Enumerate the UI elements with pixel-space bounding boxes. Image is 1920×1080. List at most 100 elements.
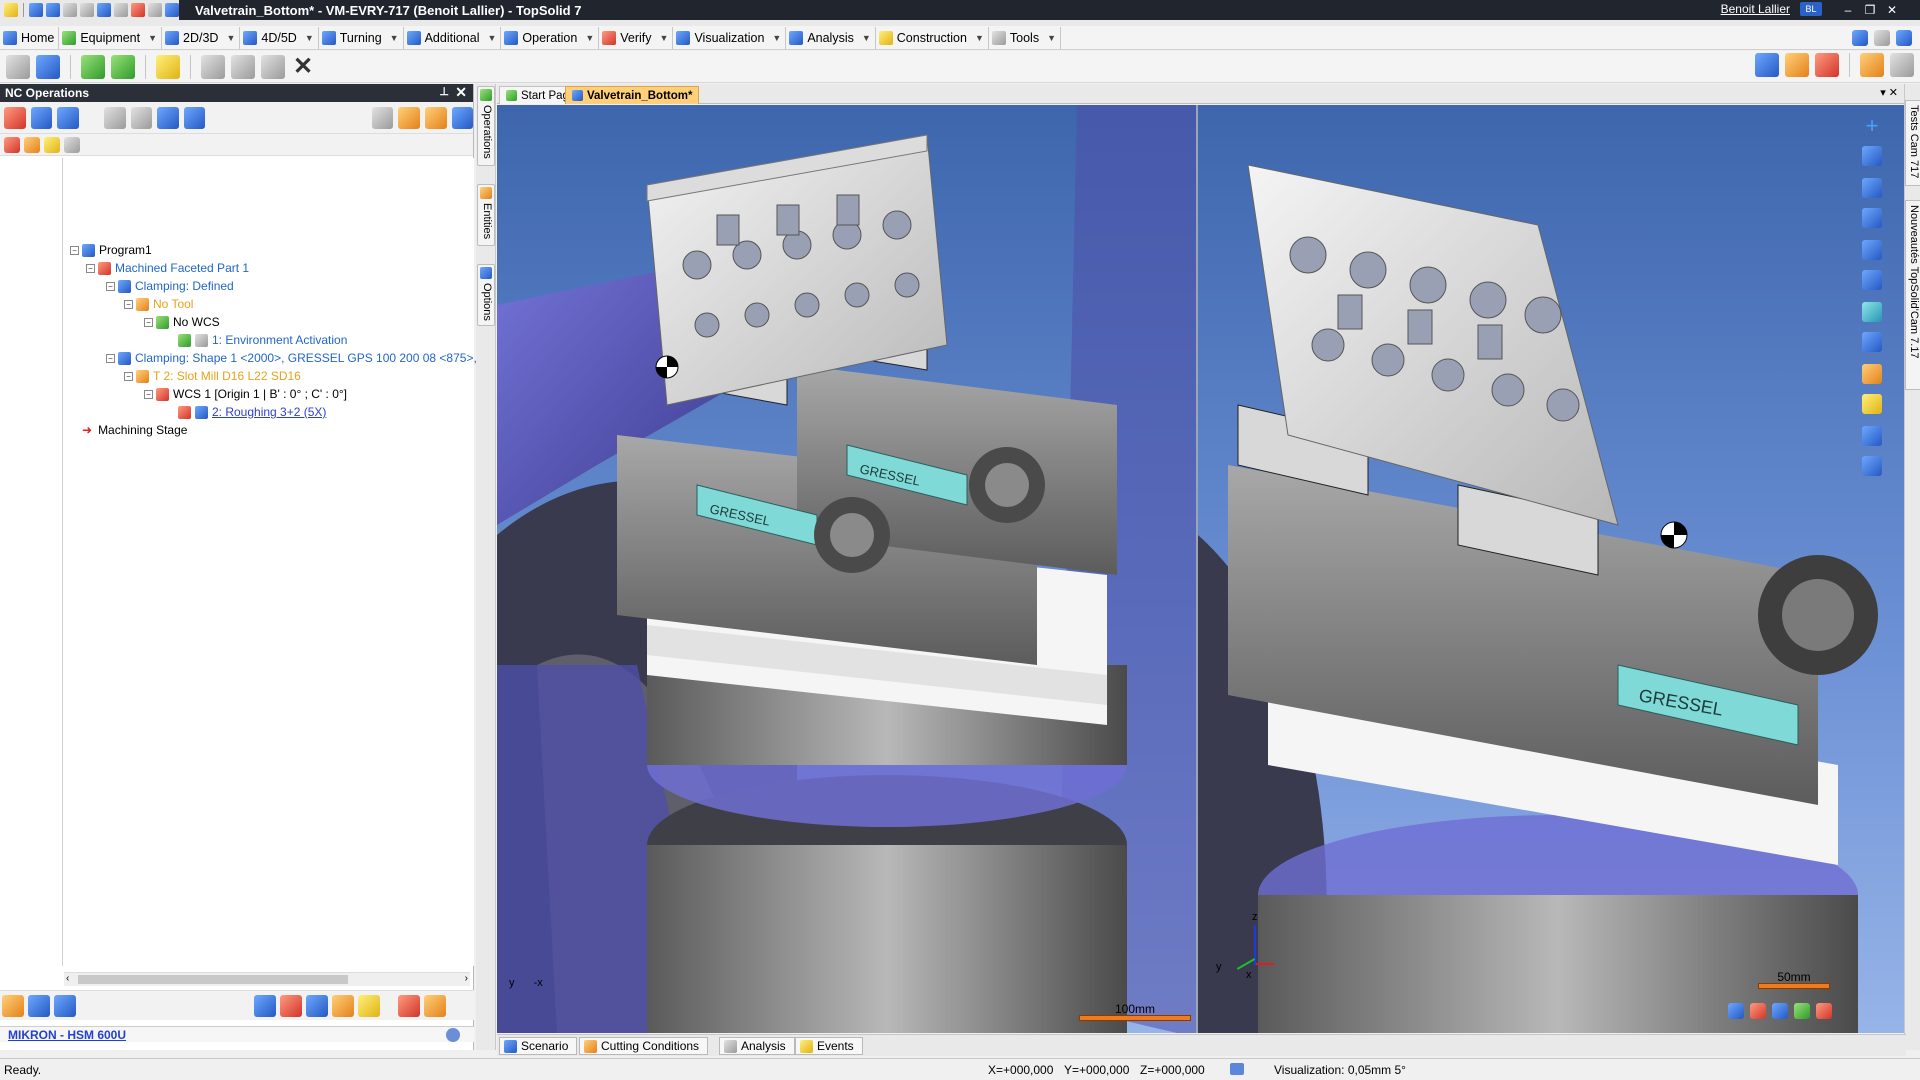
binoculars-icon[interactable] [183, 106, 206, 129]
chevron-down-icon[interactable]: ▼ [862, 33, 871, 43]
menu-verify[interactable]: Verify ▼ [599, 26, 674, 49]
tree-node-tool[interactable]: − No Tool [124, 296, 193, 312]
palette-icon[interactable] [1862, 364, 1882, 384]
machine-link[interactable]: MIKRON - HSM 600U [8, 1028, 126, 1042]
chevron-down-icon[interactable]: ▼ [1047, 33, 1056, 43]
machining-icon[interactable] [398, 994, 420, 1017]
menu-operation[interactable]: Operation ▼ [501, 26, 600, 49]
filter-icon[interactable] [425, 106, 447, 129]
refresh-icon[interactable] [148, 3, 162, 17]
tree-node-clamping[interactable]: − Clamping: Shape 1 <2000>, GRESSEL GPS 1… [106, 350, 477, 366]
scroll-left-icon[interactable]: ‹ [66, 973, 69, 984]
link-icon[interactable] [1862, 208, 1882, 228]
viewport-right[interactable]: GRESSEL z y x 50mm [1198, 105, 1906, 1033]
zoom-icon[interactable] [1862, 302, 1882, 322]
tab-nouveautes[interactable]: Nouveautés TopSolid'Cam 7.17 [1905, 200, 1920, 390]
new-operation-icon[interactable] [81, 54, 105, 79]
update-icon[interactable] [156, 54, 180, 79]
chevron-down-icon[interactable]: ▼ [585, 33, 594, 43]
verify-icon[interactable] [358, 994, 380, 1017]
tree-node-wcs[interactable]: − No WCS [144, 314, 220, 330]
axis-icon[interactable] [1862, 146, 1882, 166]
tree-node-clamping[interactable]: − Clamping: Defined [106, 278, 234, 294]
shading-icon[interactable] [1785, 53, 1809, 77]
expand-icon[interactable] [4, 136, 20, 153]
collapse-icon[interactable]: − [106, 281, 115, 291]
tree-node-part[interactable]: − Machined Faceted Part 1 [86, 260, 249, 276]
tab-operations[interactable]: Operations [477, 86, 495, 166]
view-measure-icon[interactable] [1816, 1003, 1832, 1019]
tab-tests-cam[interactable]: Tests Cam 717 [1905, 100, 1920, 186]
viewport-left[interactable]: GRESSEL GRESSEL y -x 100mm [497, 105, 1196, 1033]
machine-info-icon[interactable] [446, 1028, 460, 1042]
tab-cutting-conditions[interactable]: Cutting Conditions [579, 1037, 709, 1055]
tree-node-tool[interactable]: − T 2: Slot Mill D16 L22 SD16 [124, 368, 301, 384]
tree-node-wcs[interactable]: − WCS 1 [Origin 1 | B' : 0° ; C' : 0°] [144, 386, 347, 402]
sort-icon[interactable] [398, 106, 420, 129]
restore-button[interactable]: ❐ [1862, 2, 1878, 18]
view-top-icon[interactable] [1750, 1003, 1766, 1019]
redo-icon[interactable] [114, 3, 128, 17]
document-tabs-controls[interactable]: ▾ ✕ [1880, 86, 1898, 99]
cut-icon[interactable] [201, 54, 225, 79]
help-search-icon[interactable] [1852, 30, 1868, 46]
collapse-icon[interactable]: − [70, 245, 79, 255]
display-icon[interactable] [1860, 53, 1884, 77]
clipping-icon[interactable] [1862, 426, 1882, 446]
list-icon[interactable] [64, 136, 80, 153]
paste-icon[interactable] [261, 54, 285, 79]
chevron-down-icon[interactable]: ▼ [488, 33, 497, 43]
material-icon[interactable] [280, 994, 302, 1017]
view-section-icon[interactable] [1794, 1003, 1810, 1019]
collapse-icon[interactable] [24, 136, 40, 153]
search-icon[interactable] [1874, 30, 1890, 46]
copy-icon[interactable] [80, 3, 94, 17]
machine-icon[interactable] [4, 106, 26, 129]
collapse-icon[interactable]: − [86, 263, 95, 273]
app-menu-icon[interactable] [4, 3, 18, 17]
chevron-down-icon[interactable]: ▼ [975, 33, 984, 43]
tree-node-stage[interactable]: ➜ Machining Stage [82, 422, 187, 438]
tab-entities[interactable]: Entities [477, 184, 495, 246]
help-icon[interactable] [1896, 30, 1912, 46]
tool-icon[interactable] [157, 106, 179, 129]
tab-analysis[interactable]: Analysis [719, 1037, 795, 1055]
scroll-thumb[interactable] [78, 975, 348, 984]
view-layout-icon[interactable] [1755, 53, 1779, 77]
tool-icon[interactable] [332, 994, 354, 1017]
menu-construction[interactable]: Construction ▼ [876, 26, 989, 49]
stock-icon[interactable] [57, 106, 79, 129]
horizontal-scrollbar[interactable]: ‹ › [64, 972, 470, 986]
minimize-button[interactable]: – [1840, 2, 1856, 18]
collapse-icon[interactable]: − [144, 389, 153, 399]
chevron-down-icon[interactable]: ▼ [148, 33, 157, 43]
scroll-right-icon[interactable]: › [465, 973, 468, 984]
sequence-icon[interactable] [28, 994, 50, 1017]
menu-equipment[interactable]: Equipment ▼ [59, 26, 163, 49]
visualization-status[interactable]: Visualization: 0,05mm 5° [1274, 1063, 1406, 1077]
pin-icon[interactable]: ⊥ [439, 85, 449, 98]
split-view-icon[interactable] [1862, 240, 1882, 260]
menu-visualization[interactable]: Visualization ▼ [673, 26, 787, 49]
menu-tools[interactable]: Tools ▼ [989, 26, 1061, 49]
color-icon[interactable] [1815, 53, 1839, 77]
chevron-down-icon[interactable]: ▼ [772, 33, 781, 43]
columns-icon[interactable] [451, 106, 474, 129]
tree-node-operation[interactable]: 1: Environment Activation [178, 332, 347, 348]
refresh-icon[interactable] [371, 106, 394, 129]
chevron-down-icon[interactable]: ▼ [660, 33, 669, 43]
chevron-down-icon[interactable]: ▼ [390, 33, 399, 43]
tree-node-program[interactable]: − Program1 [70, 242, 152, 258]
delete-icon[interactable]: ✕ [291, 54, 315, 79]
collapse-icon[interactable]: − [144, 317, 153, 327]
menu-2d3d[interactable]: 2D/3D ▼ [162, 26, 241, 49]
menu-home[interactable]: Home [0, 26, 60, 49]
menu-analysis[interactable]: Analysis ▼ [786, 26, 876, 49]
view-iso-icon[interactable] [1772, 1003, 1788, 1019]
user-name-link[interactable]: Benoit Lallier [1721, 2, 1790, 16]
collapse-icon[interactable]: − [124, 371, 133, 381]
tab-scenario[interactable]: Scenario [499, 1037, 578, 1055]
open-icon[interactable] [36, 54, 60, 79]
save-icon[interactable] [29, 3, 43, 17]
close-icon[interactable]: ✕ [455, 84, 467, 101]
